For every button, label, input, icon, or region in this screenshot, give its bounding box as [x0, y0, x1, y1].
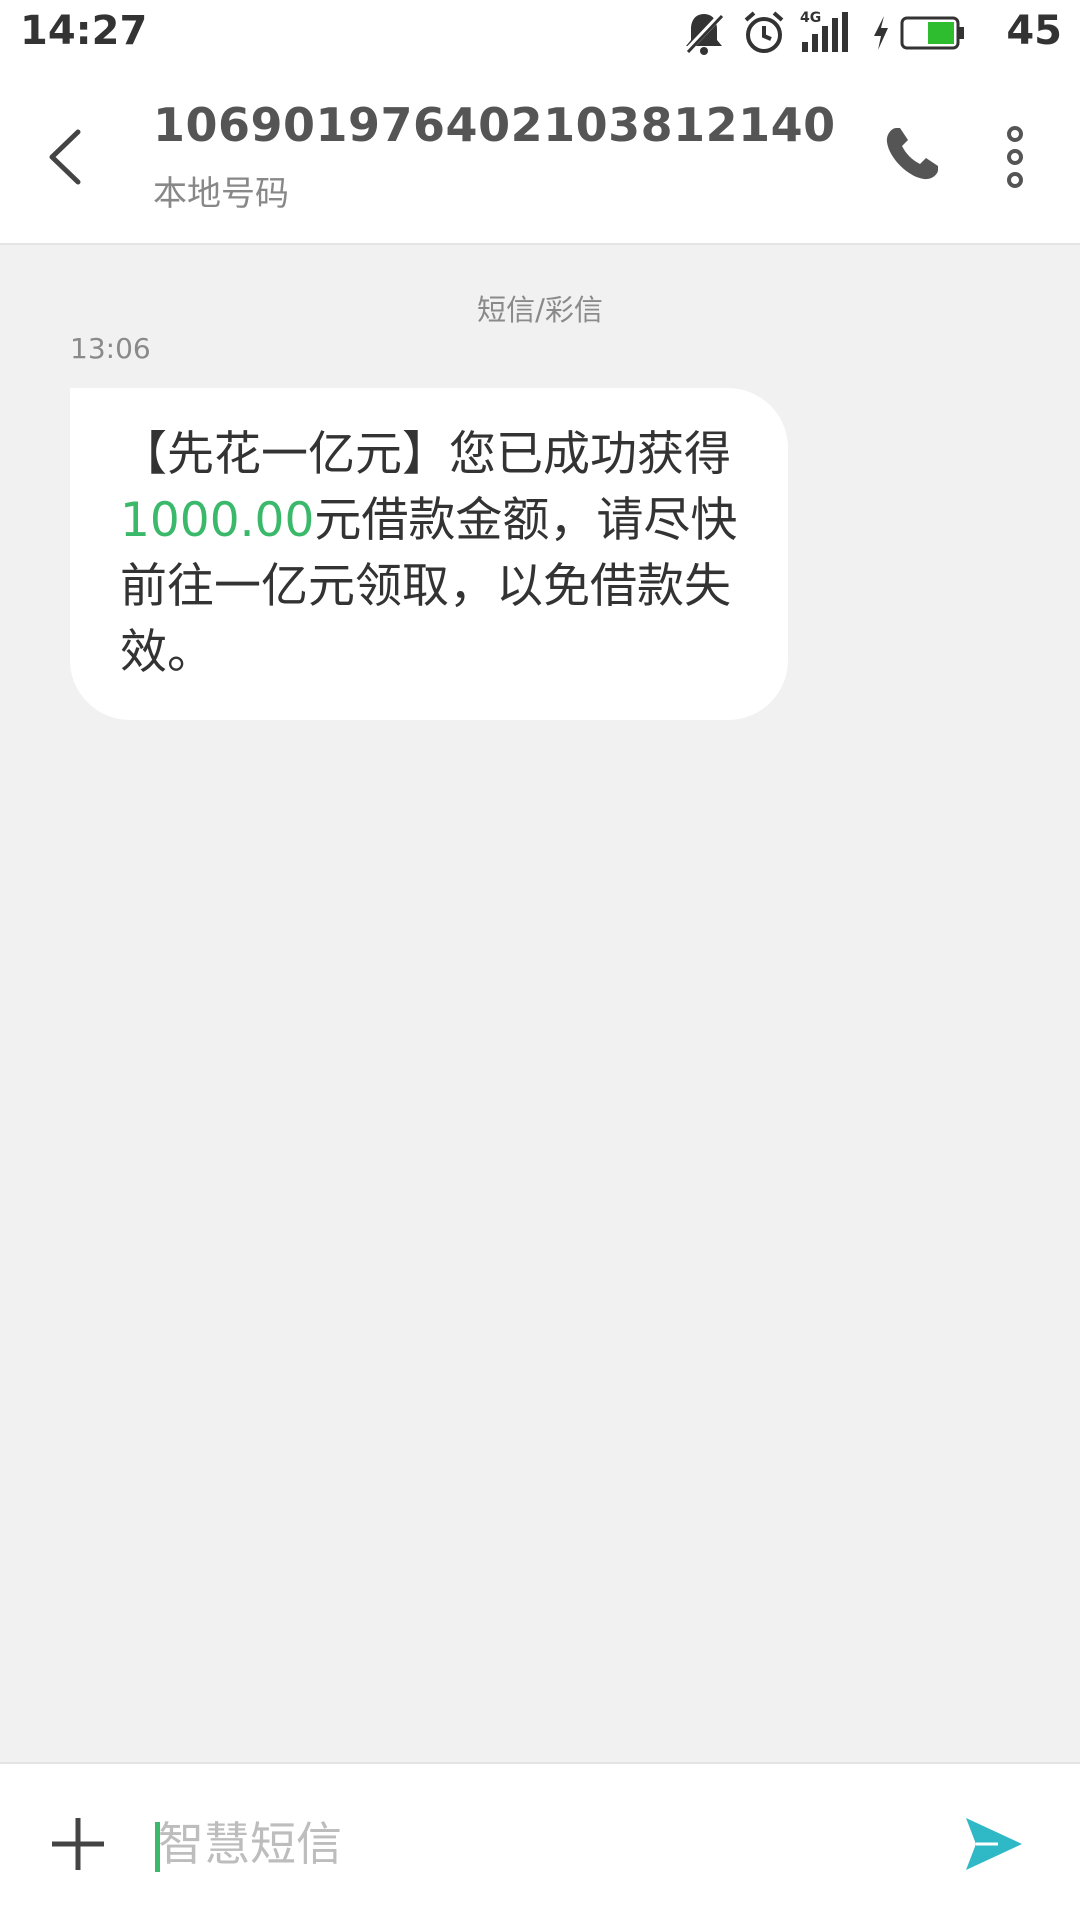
status-icons: 4G 45: [682, 8, 1062, 58]
conversation-header: 106901976402103812140 本地号码: [0, 70, 1080, 245]
message-timestamp: 13:06: [70, 332, 151, 365]
send-icon[interactable]: [962, 1812, 1026, 1876]
status-bar: 14:27 4G 45: [0, 0, 1080, 70]
back-arrow-icon[interactable]: [36, 122, 96, 192]
message-text-before: 【先花一亿元】您已成功获得: [120, 427, 731, 482]
mute-bell-icon: [683, 11, 725, 55]
alarm-icon: [744, 11, 784, 53]
battery-level: 45: [1006, 8, 1062, 54]
message-text: 【先花一亿元】您已成功获得1000.00元借款金额，请尽快前往一亿元领取，以免借…: [120, 422, 744, 686]
message-type-label: 短信/彩信: [477, 293, 603, 327]
status-time: 14:27: [20, 8, 148, 54]
plus-icon[interactable]: [48, 1814, 108, 1874]
charging-icon: [874, 16, 888, 50]
message-input[interactable]: [158, 1804, 918, 1884]
message-bubble[interactable]: 【先花一亿元】您已成功获得1000.00元借款金额，请尽快前往一亿元领取，以免借…: [70, 388, 788, 720]
battery-icon: [900, 16, 964, 50]
contact-location: 本地号码: [153, 174, 289, 214]
signal-icon: 4G: [800, 8, 852, 58]
more-vert-icon[interactable]: [995, 122, 1035, 192]
message-amount-link[interactable]: 1000.00: [120, 493, 314, 548]
contact-number: 106901976402103812140: [153, 98, 836, 152]
phone-icon[interactable]: [880, 122, 944, 186]
composer-bar: [0, 1762, 1080, 1922]
